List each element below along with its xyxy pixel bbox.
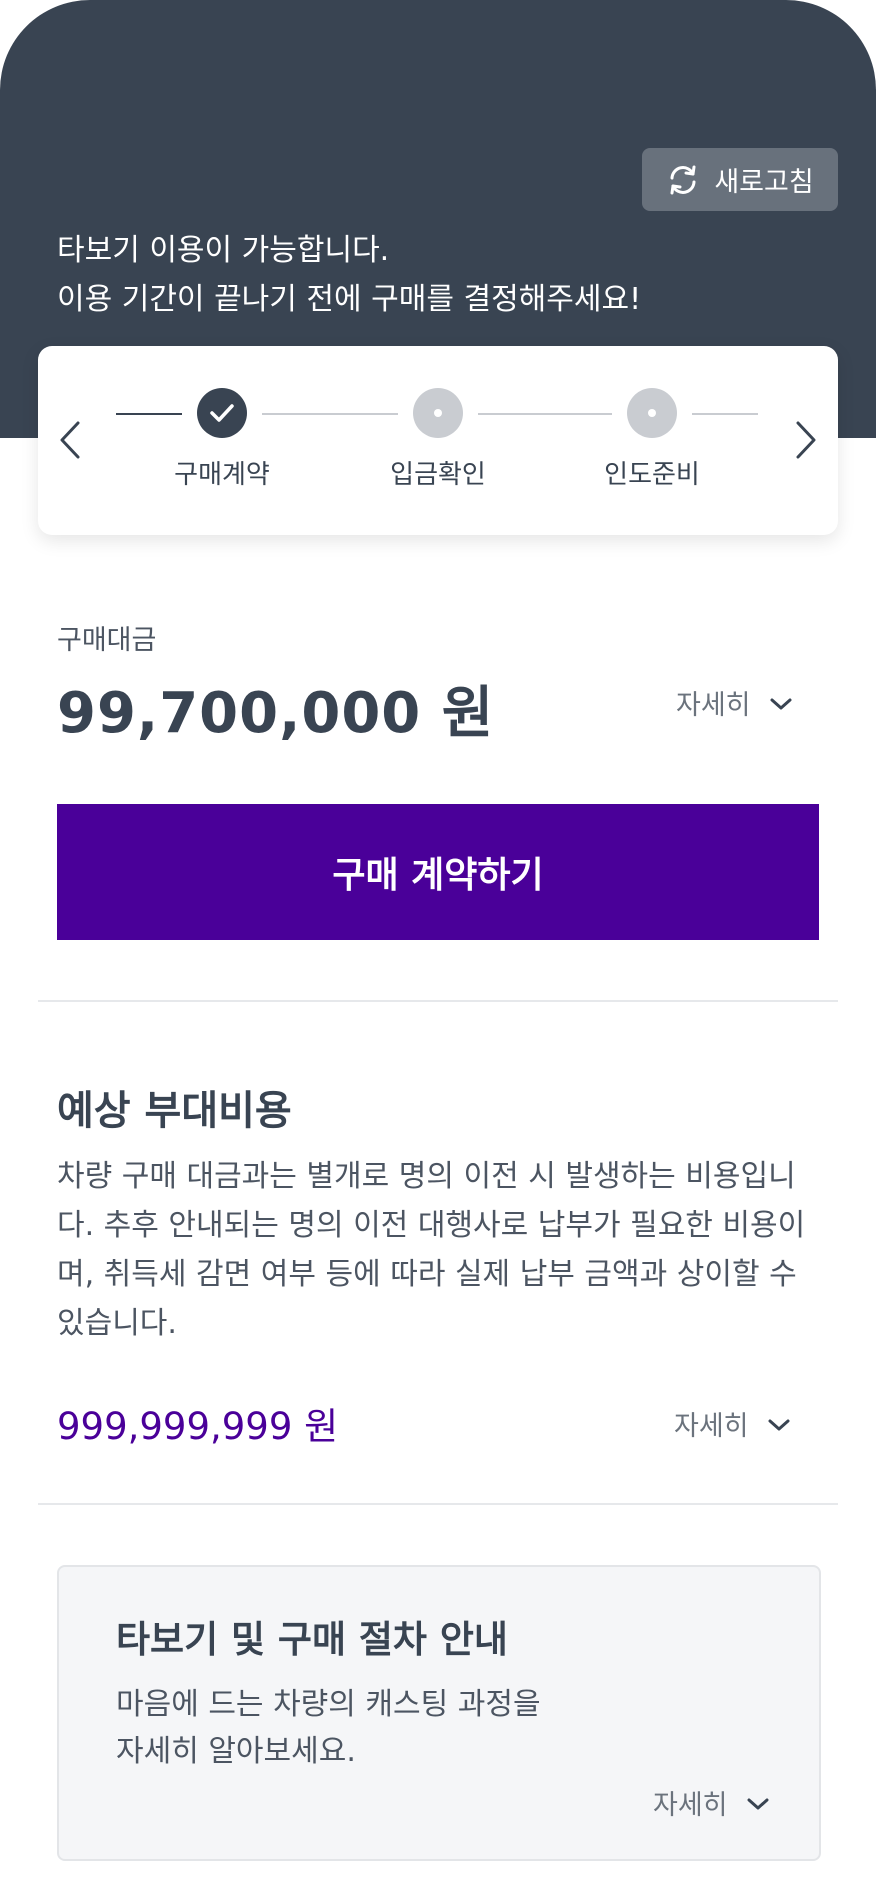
refresh-label: 새로고침 bbox=[714, 167, 814, 198]
status-message-line2: 이용 기간이 끝나기 전에 구매를 결정해주세요! bbox=[57, 282, 642, 317]
detail-label: 자세히 bbox=[674, 1411, 749, 1442]
check-icon bbox=[197, 388, 247, 438]
extra-costs-detail-toggle[interactable]: 자세히 bbox=[674, 1404, 791, 1443]
step-label: 구매계약 bbox=[174, 460, 270, 490]
status-message-line1: 타보기 이용이 가능합니다. bbox=[57, 233, 390, 268]
chevron-down-icon bbox=[746, 1787, 770, 1818]
chevron-down-icon bbox=[769, 687, 793, 718]
status-message: 타보기 이용이 가능합니다. 이용 기간이 끝나기 전에 구매를 결정해주세요! bbox=[57, 226, 641, 324]
step-label: 입금확인 bbox=[390, 460, 486, 490]
guide-description-line1: 마음에 드는 차량의 캐스팅 과정을 bbox=[116, 1687, 541, 1722]
extra-costs-amount: 999,999,999 원 bbox=[57, 1405, 339, 1448]
guide-description-line2: 자세히 알아보세요. bbox=[116, 1734, 356, 1769]
price-label: 구매대금 bbox=[57, 625, 157, 656]
next-step-button[interactable] bbox=[786, 418, 826, 466]
refresh-icon bbox=[666, 163, 700, 197]
step-deposit-confirm[interactable]: 입금확인 bbox=[348, 388, 528, 491]
pending-dot-icon bbox=[413, 388, 463, 438]
extra-costs-description: 차량 구매 대금과는 별개로 명의 이전 시 발생하는 비용입니다. 추후 안내… bbox=[57, 1159, 806, 1341]
refresh-button[interactable]: 새로고침 bbox=[642, 148, 838, 211]
section-divider bbox=[38, 1000, 838, 1002]
step-label: 인도준비 bbox=[604, 460, 700, 490]
guide-title: 타보기 및 구매 절차 안내 bbox=[116, 1618, 508, 1661]
chevron-left-icon bbox=[58, 420, 82, 464]
detail-label: 자세히 bbox=[676, 690, 751, 721]
progress-stepper: 구매계약 입금확인 인도준비 bbox=[38, 346, 838, 535]
section-divider bbox=[38, 1503, 838, 1505]
detail-label: 자세히 bbox=[653, 1790, 728, 1821]
prev-step-button[interactable] bbox=[50, 418, 90, 466]
purchase-guide-card[interactable]: 타보기 및 구매 절차 안내 마음에 드는 차량의 캐스팅 과정을 자세히 알아… bbox=[57, 1565, 821, 1861]
step-purchase-contract[interactable]: 구매계약 bbox=[132, 388, 312, 491]
purchase-contract-button[interactable]: 구매 계약하기 bbox=[57, 804, 819, 940]
step-delivery-prep[interactable]: 인도준비 bbox=[562, 388, 742, 491]
chevron-down-icon bbox=[767, 1408, 791, 1439]
price-detail-toggle[interactable]: 자세히 bbox=[676, 683, 793, 722]
chevron-right-icon bbox=[794, 420, 818, 464]
guide-description: 마음에 드는 차량의 캐스팅 과정을 자세히 알아보세요. bbox=[116, 1681, 676, 1775]
price-value: 99,700,000 원 bbox=[57, 681, 495, 746]
extra-costs-title: 예상 부대비용 bbox=[57, 1088, 292, 1134]
guide-detail-toggle[interactable]: 자세히 bbox=[653, 1783, 770, 1822]
pending-dot-icon bbox=[627, 388, 677, 438]
